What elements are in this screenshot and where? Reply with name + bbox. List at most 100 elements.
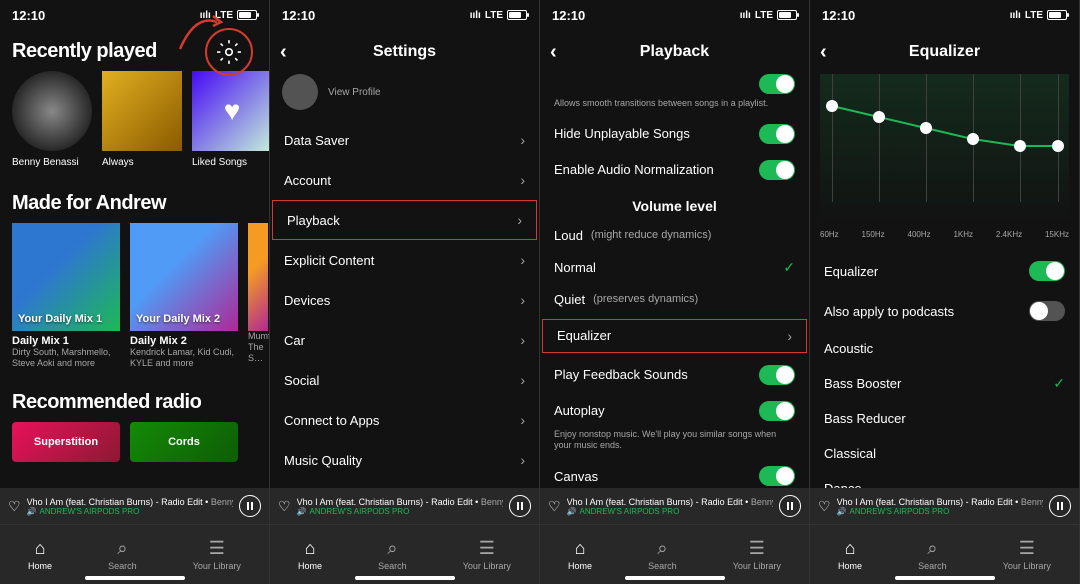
recent-tile[interactable]: ♥ Liked Songs [192, 71, 269, 168]
page-title: Settings [373, 43, 436, 61]
equalizer-row[interactable]: Equalizer › [542, 319, 807, 353]
eq-slider-150hz[interactable] [873, 111, 885, 123]
eq-band-labels: 60Hz150Hz400Hz1KHz2.4KHz15KHz [810, 230, 1079, 239]
heart-icon[interactable]: ♡ [278, 498, 291, 515]
preset-bass-reducer[interactable]: Bass Reducer [810, 401, 1079, 436]
preset-dance[interactable]: Dance [810, 471, 1079, 488]
volume-quiet[interactable]: Quiet(preserves dynamics) [540, 284, 809, 315]
recent-tile[interactable]: Always [102, 71, 182, 168]
settings-item-connect-apps[interactable]: Connect to Apps› [270, 400, 539, 440]
recent-tile[interactable]: Benny Benassi [12, 71, 92, 168]
search-icon: ⌕ [387, 538, 397, 559]
back-button[interactable]: ‹ [550, 41, 557, 64]
status-bar: 12:10 ıılıLTE [270, 0, 539, 30]
daily-mix-tile[interactable]: Your Daily Mix 2 Daily Mix 2 Kendrick La… [130, 223, 238, 369]
audio-norm-toggle[interactable] [759, 160, 795, 180]
daily-mix-row[interactable]: Your Daily Mix 1 Daily Mix 1 Dirty South… [0, 223, 269, 369]
now-playing-bar[interactable]: ♡ Vho I Am (feat. Christian Burns) - Rad… [540, 488, 809, 524]
nav-library[interactable]: ☰Your Library [463, 538, 511, 571]
preset-acoustic[interactable]: Acoustic [810, 331, 1079, 366]
eq-slider-2.4khz[interactable] [1014, 140, 1026, 152]
now-playing-bar[interactable]: ♡ Vho I Am (feat. Christian Burns) - Rad… [0, 488, 269, 524]
heart-icon[interactable]: ♡ [8, 498, 21, 515]
pause-button[interactable] [779, 495, 801, 517]
library-icon: ☰ [209, 538, 225, 559]
daily-mix-tile[interactable]: Mumf… The S… [248, 223, 268, 369]
settings-item-music-quality[interactable]: Music Quality› [270, 440, 539, 480]
nav-search[interactable]: ⌕Search [378, 538, 407, 571]
pane-home: 12:10 ıılı LTE Recently played Benny Ben… [0, 0, 270, 584]
nav-home[interactable]: ⌂Home [838, 538, 862, 571]
nav-library[interactable]: ☰Your Library [193, 538, 241, 571]
status-right: ıılı LTE [200, 10, 257, 21]
recently-played-row: Benny Benassi Always ♥ Liked Songs [0, 71, 269, 168]
eq-slider-15khz[interactable] [1052, 140, 1064, 152]
settings-item-data-saver[interactable]: Data Saver› [270, 120, 539, 160]
mix-title: Daily Mix 2 [130, 335, 238, 347]
pause-button[interactable] [239, 495, 261, 517]
nav-search[interactable]: ⌕Search [108, 538, 137, 571]
nav-search[interactable]: ⌕Search [918, 538, 947, 571]
battery-icon [1047, 10, 1067, 20]
back-button[interactable]: ‹ [820, 41, 827, 64]
made-for-title: Made for Andrew [0, 182, 269, 223]
settings-item-explicit[interactable]: Explicit Content› [270, 240, 539, 280]
eq-slider-400hz[interactable] [920, 122, 932, 134]
chevron-right-icon: › [520, 372, 525, 388]
mix-art [248, 223, 268, 331]
settings-gear-highlight[interactable] [205, 28, 253, 76]
heart-icon[interactable]: ♡ [548, 498, 561, 515]
hide-unplayable-toggle[interactable] [759, 124, 795, 144]
home-indicator [355, 576, 455, 580]
autoplay-row: Autoplay [540, 393, 809, 429]
settings-item-car[interactable]: Car› [270, 320, 539, 360]
preset-classical[interactable]: Classical [810, 436, 1079, 471]
chevron-right-icon: › [520, 332, 525, 348]
equalizer-chart[interactable] [820, 74, 1069, 224]
equalizer-header: ‹ Equalizer [810, 30, 1079, 74]
now-playing-bar[interactable]: ♡ Vho I Am (feat. Christian Burns) - Rad… [810, 488, 1079, 524]
nav-home[interactable]: ⌂Home [568, 538, 592, 571]
signal-icon: ıılı [740, 10, 751, 21]
pause-button[interactable] [1049, 495, 1071, 517]
daily-mix-tile[interactable]: Your Daily Mix 1 Daily Mix 1 Dirty South… [12, 223, 120, 369]
nav-library[interactable]: ☰Your Library [1003, 538, 1051, 571]
nav-home[interactable]: ⌂Home [28, 538, 52, 571]
equalizer-toggle[interactable] [1029, 261, 1065, 281]
settings-item-playback[interactable]: Playback› [272, 200, 537, 240]
feedback-toggle[interactable] [759, 365, 795, 385]
chevron-right-icon: › [520, 292, 525, 308]
heart-icon[interactable]: ♡ [818, 498, 831, 515]
canvas-toggle[interactable] [759, 466, 795, 486]
page-title: Equalizer [909, 43, 980, 61]
check-icon: ✓ [783, 259, 795, 276]
autoplay-toggle[interactable] [759, 401, 795, 421]
nav-search[interactable]: ⌕Search [648, 538, 677, 571]
preset-bass-booster[interactable]: Bass Booster✓ [810, 366, 1079, 401]
carrier-label: LTE [215, 10, 233, 21]
settings-item-social[interactable]: Social› [270, 360, 539, 400]
nav-library[interactable]: ☰Your Library [733, 538, 781, 571]
radio-tile[interactable]: Cords [130, 422, 238, 462]
crossfade-toggle[interactable] [759, 74, 795, 94]
signal-icon: ıılı [470, 10, 481, 21]
back-button[interactable]: ‹ [280, 41, 287, 64]
pause-button[interactable] [509, 495, 531, 517]
settings-item-devices[interactable]: Devices› [270, 280, 539, 320]
now-playing-bar[interactable]: ♡ Vho I Am (feat. Christian Burns) - Rad… [270, 488, 539, 524]
battery-icon [237, 10, 257, 20]
gear-icon [216, 39, 242, 65]
volume-loud[interactable]: Loud(might reduce dynamics) [540, 220, 809, 251]
nav-home[interactable]: ⌂Home [298, 538, 322, 571]
hide-unplayable-row: Hide Unplayable Songs [540, 116, 809, 152]
mix-art: Your Daily Mix 1 [12, 223, 120, 331]
settings-item-storage[interactable]: Storage› [270, 480, 539, 488]
settings-item-account[interactable]: Account› [270, 160, 539, 200]
radio-tile[interactable]: Superstition [12, 422, 120, 462]
volume-normal[interactable]: Normal✓ [540, 251, 809, 284]
profile-row[interactable]: View Profile [270, 74, 539, 120]
eq-slider-1khz[interactable] [967, 133, 979, 145]
heart-icon: ♥ [224, 95, 241, 127]
eq-slider-60hz[interactable] [826, 100, 838, 112]
podcasts-toggle[interactable] [1029, 301, 1065, 321]
